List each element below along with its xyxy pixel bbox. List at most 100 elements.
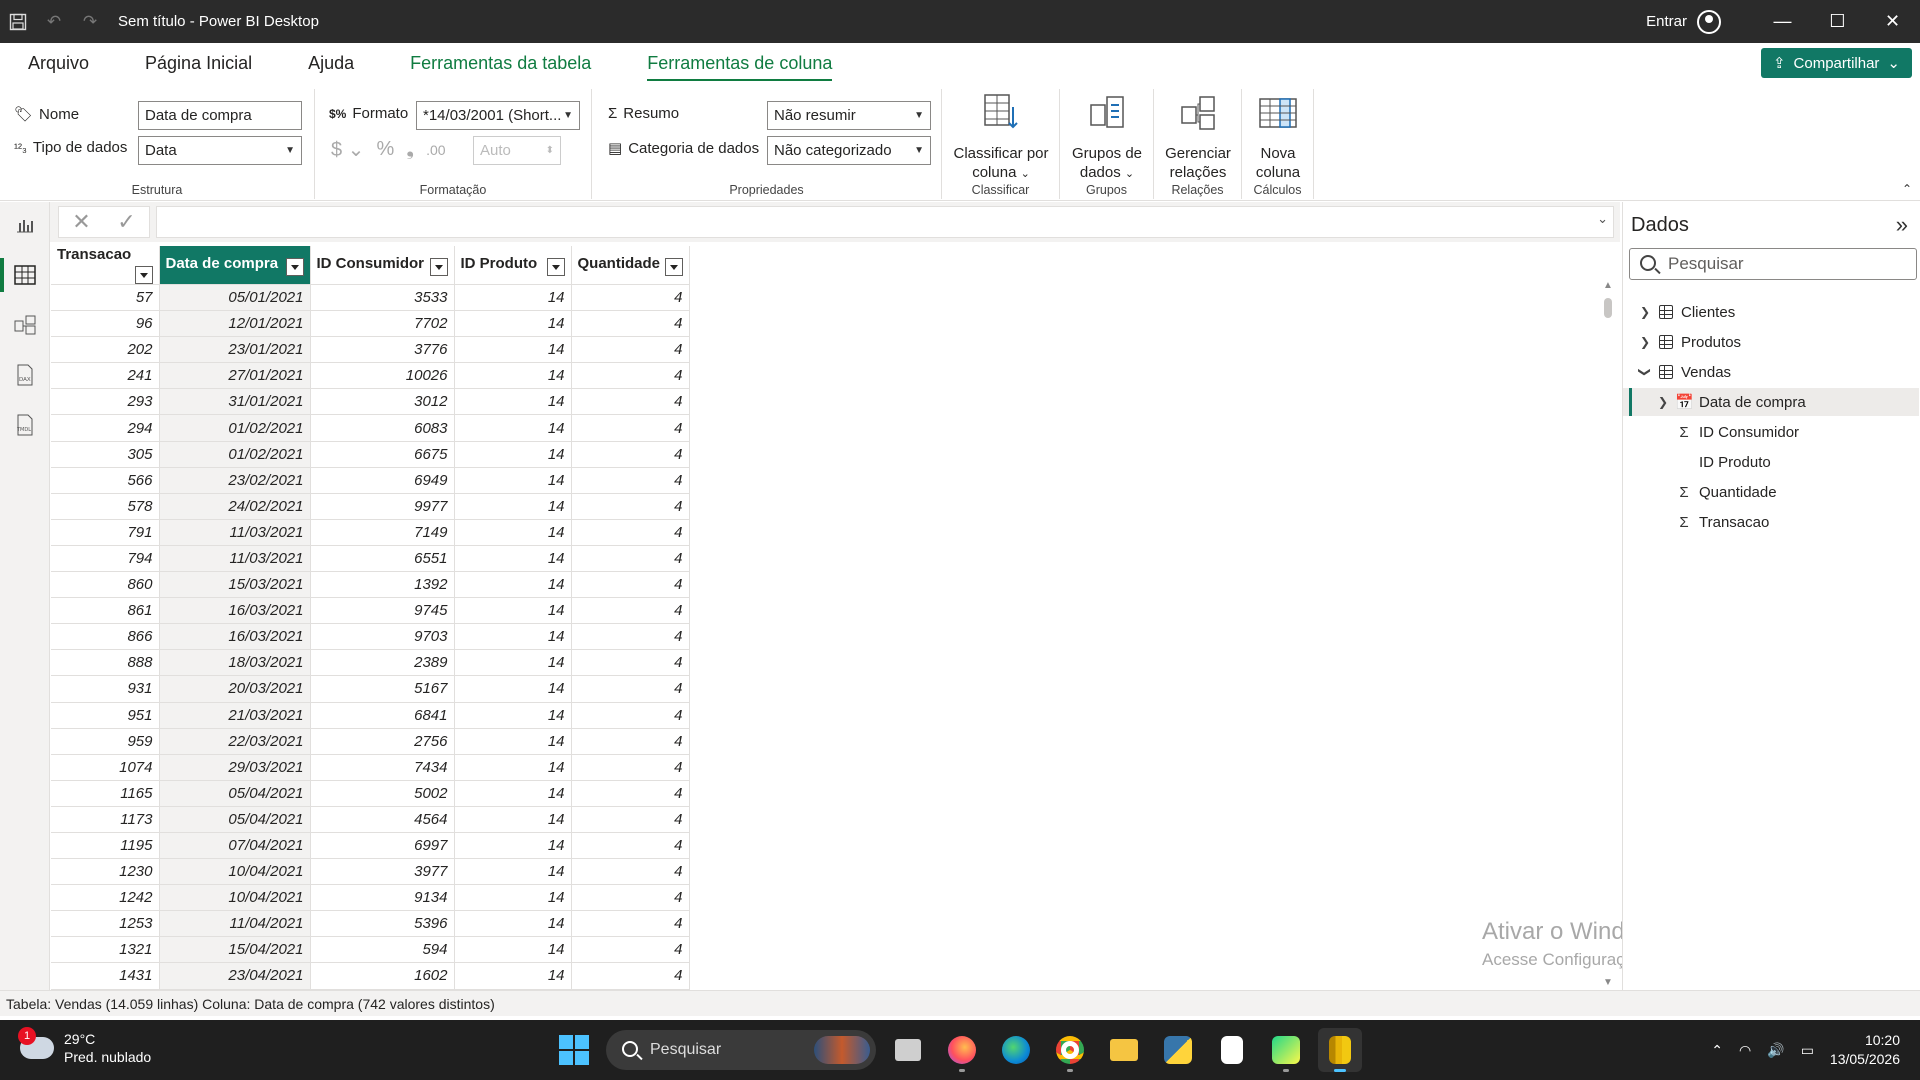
- tree-field-id-produto[interactable]: ID Produto: [1623, 448, 1919, 476]
- table-cell[interactable]: 3776: [310, 336, 455, 364]
- table-cell[interactable]: 2389: [310, 649, 455, 677]
- table-cell[interactable]: 9703: [310, 623, 455, 651]
- table-cell[interactable]: 14: [454, 441, 572, 468]
- table-cell[interactable]: 14: [454, 910, 572, 938]
- filter-icon[interactable]: [134, 266, 153, 284]
- table-cell[interactable]: 6997: [310, 832, 455, 860]
- undo-icon[interactable]: ↶: [36, 0, 72, 43]
- table-cell[interactable]: 16/03/2021: [159, 597, 311, 625]
- table-cell[interactable]: 9745: [310, 597, 455, 625]
- table-cell[interactable]: 4: [571, 754, 690, 781]
- tree-field-data-de-compra[interactable]: ❯ 📅 Data de compra: [1623, 388, 1919, 416]
- redo-icon[interactable]: ↷: [72, 0, 108, 43]
- filter-icon[interactable]: [664, 257, 683, 276]
- table-cell[interactable]: 1602: [310, 962, 455, 990]
- notepad-icon[interactable]: [1210, 1028, 1254, 1072]
- table-cell[interactable]: 27/01/2021: [159, 362, 311, 390]
- table-cell[interactable]: 888: [51, 649, 160, 677]
- collapse-pane-icon[interactable]: »: [1896, 212, 1908, 238]
- table-cell[interactable]: 7434: [310, 754, 455, 781]
- table-cell[interactable]: 1230: [51, 858, 160, 886]
- table-cell[interactable]: 1253: [51, 910, 160, 938]
- table-cell[interactable]: 14: [454, 336, 572, 364]
- table-cell[interactable]: 4: [571, 441, 690, 468]
- task-view-icon[interactable]: [886, 1028, 930, 1072]
- table-cell[interactable]: 16/03/2021: [159, 623, 311, 651]
- table-cell[interactable]: 4: [571, 284, 690, 312]
- table-cell[interactable]: 14: [454, 702, 572, 729]
- table-cell[interactable]: 578: [51, 493, 160, 520]
- table-cell[interactable]: 14: [454, 362, 572, 390]
- chevron-right-icon[interactable]: ❯: [1637, 305, 1653, 319]
- table-cell[interactable]: 14: [454, 310, 572, 338]
- battery-icon[interactable]: ▭: [1801, 1042, 1814, 1059]
- signin-link[interactable]: Entrar: [1646, 13, 1687, 30]
- manage-relationships-button[interactable]: Gerenciar relações: [1154, 93, 1242, 182]
- account-icon[interactable]: [1697, 9, 1721, 34]
- column-header-id-consumidor[interactable]: ID Consumidor: [310, 246, 455, 285]
- table-cell[interactable]: 1195: [51, 832, 160, 860]
- python-icon[interactable]: [1156, 1028, 1200, 1072]
- tab-ajuda[interactable]: Ajuda: [280, 43, 382, 83]
- comma-icon[interactable]: ❟: [406, 138, 414, 161]
- column-header-data-de-compra[interactable]: Data de compra: [159, 246, 311, 285]
- model-view-icon[interactable]: [0, 302, 50, 348]
- table-cell[interactable]: 5167: [310, 675, 455, 703]
- table-cell[interactable]: 4: [571, 493, 690, 520]
- table-cell[interactable]: 14: [454, 858, 572, 886]
- minimize-button[interactable]: —: [1755, 0, 1810, 43]
- file-explorer-icon[interactable]: [1102, 1028, 1146, 1072]
- tree-field-quantidade[interactable]: Σ Quantidade: [1623, 478, 1919, 506]
- collapse-ribbon-icon[interactable]: ⌃: [1902, 182, 1912, 196]
- table-cell[interactable]: 4: [571, 597, 690, 625]
- percent-icon[interactable]: %: [376, 138, 394, 161]
- table-cell[interactable]: 5396: [310, 910, 455, 938]
- table-cell[interactable]: 01/02/2021: [159, 414, 311, 442]
- table-cell[interactable]: 794: [51, 545, 160, 573]
- table-cell[interactable]: 22/03/2021: [159, 728, 311, 755]
- weather-widget[interactable]: 1 29°C Pred. nublado: [18, 1027, 151, 1066]
- table-cell[interactable]: 57: [51, 284, 160, 312]
- table-view-icon[interactable]: [0, 252, 50, 298]
- commit-icon[interactable]: ✓: [117, 209, 135, 235]
- scroll-up-icon[interactable]: ▲: [1603, 280, 1613, 291]
- firefox-icon[interactable]: [940, 1028, 984, 1072]
- table-cell[interactable]: 14: [454, 962, 572, 990]
- expand-formula-icon[interactable]: ⌄: [1597, 211, 1608, 227]
- cancel-icon[interactable]: ✕: [72, 209, 90, 235]
- scroll-thumb[interactable]: [1604, 298, 1612, 318]
- table-cell[interactable]: 05/01/2021: [159, 284, 311, 312]
- table-cell[interactable]: 14: [454, 467, 572, 494]
- table-cell[interactable]: 7149: [310, 519, 455, 546]
- table-cell[interactable]: 305: [51, 441, 160, 468]
- table-cell[interactable]: 07/04/2021: [159, 832, 311, 860]
- table-cell[interactable]: 4: [571, 545, 690, 573]
- table-cell[interactable]: 4: [571, 962, 690, 990]
- table-cell[interactable]: 18/03/2021: [159, 649, 311, 677]
- table-cell[interactable]: 24/02/2021: [159, 493, 311, 520]
- table-cell[interactable]: 14: [454, 388, 572, 416]
- tree-table-produtos[interactable]: ❯ Produtos: [1623, 328, 1919, 356]
- table-cell[interactable]: 9134: [310, 884, 455, 912]
- table-cell[interactable]: 951: [51, 702, 160, 729]
- table-cell[interactable]: 4: [571, 519, 690, 546]
- share-button[interactable]: ⇪ Compartilhar ⌄: [1760, 48, 1912, 78]
- table-cell[interactable]: 4: [571, 728, 690, 755]
- table-cell[interactable]: 2756: [310, 728, 455, 755]
- new-column-button[interactable]: Nova coluna: [1242, 93, 1314, 182]
- name-input[interactable]: Data de compra: [138, 101, 302, 130]
- table-cell[interactable]: 05/04/2021: [159, 806, 311, 833]
- table-cell[interactable]: 4: [571, 675, 690, 703]
- table-cell[interactable]: 4: [571, 310, 690, 338]
- filter-icon[interactable]: [429, 257, 448, 276]
- report-view-icon[interactable]: [0, 202, 50, 248]
- chrome-icon[interactable]: [1048, 1028, 1092, 1072]
- table-cell[interactable]: 3533: [310, 284, 455, 312]
- chevron-right-icon[interactable]: ❯: [1637, 335, 1653, 349]
- table-cell[interactable]: 14: [454, 545, 572, 573]
- table-cell[interactable]: 791: [51, 519, 160, 546]
- volume-icon[interactable]: 🔊: [1767, 1042, 1784, 1059]
- table-cell[interactable]: 860: [51, 571, 160, 599]
- vertical-scrollbar[interactable]: ▲ ▼: [1600, 276, 1616, 990]
- table-cell[interactable]: 23/01/2021: [159, 336, 311, 364]
